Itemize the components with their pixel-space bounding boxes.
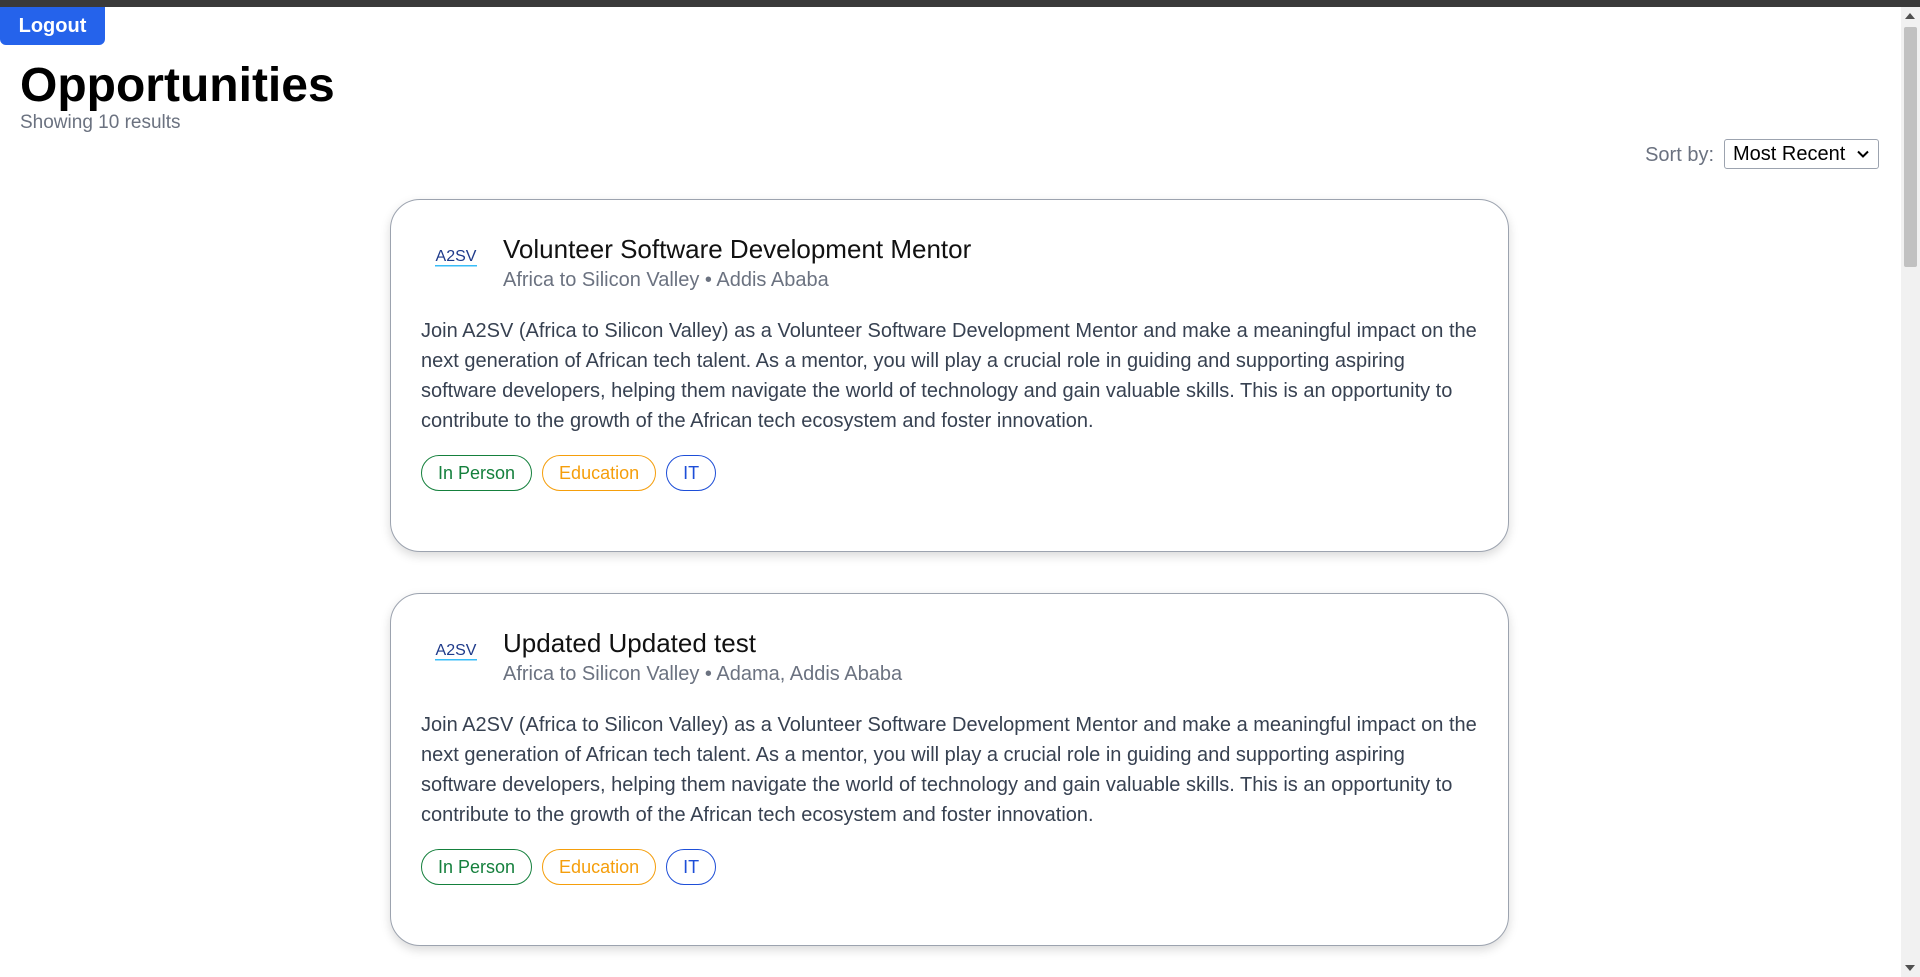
scroll-down-arrow-icon[interactable] (1905, 965, 1915, 971)
sort-selected-value: Most Recent (1733, 142, 1846, 165)
results-count: Showing 10 results (20, 112, 181, 133)
tag-education: Education (542, 455, 657, 491)
page-title: Opportunities (20, 59, 335, 112)
logout-button[interactable]: Logout (0, 7, 105, 45)
tag-in-person: In Person (421, 849, 533, 885)
scrollbar-thumb[interactable] (1904, 27, 1917, 267)
sort-label: Sort by: (1645, 144, 1714, 166)
tag-list: In Person Education IT (421, 849, 717, 885)
tag-list: In Person Education IT (421, 455, 717, 491)
opportunity-card[interactable]: A2SV Volunteer Software Development Ment… (390, 199, 1509, 552)
card-title[interactable]: Updated Updated test (503, 628, 756, 659)
card-description: Join A2SV (Africa to Silicon Valley) as … (421, 320, 1477, 432)
card-subtitle: Africa to Silicon Valley • Adama, Addis … (503, 663, 903, 685)
card-subtitle: Africa to Silicon Valley • Addis Ababa (503, 269, 829, 291)
a2sv-logo: A2SV (435, 248, 477, 267)
card-title[interactable]: Volunteer Software Development Mentor (503, 234, 971, 265)
tag-it: IT (666, 849, 717, 885)
tag-it: IT (666, 455, 717, 491)
tag-education: Education (542, 849, 657, 885)
a2sv-logo: A2SV (435, 642, 477, 661)
card-description: Join A2SV (Africa to Silicon Valley) as … (421, 714, 1477, 826)
vertical-scrollbar[interactable] (1901, 7, 1920, 977)
logo-text: A2SV (436, 248, 477, 265)
logo-text: A2SV (436, 642, 477, 659)
opportunity-card[interactable]: A2SV Updated Updated test Africa to Sili… (390, 593, 1509, 946)
tag-in-person: In Person (421, 455, 533, 491)
scroll-up-arrow-icon[interactable] (1905, 13, 1915, 19)
browser-top-strip (0, 0, 1920, 7)
chevron-down-icon (1857, 150, 1869, 158)
sort-select[interactable]: Most Recent (1724, 139, 1879, 169)
